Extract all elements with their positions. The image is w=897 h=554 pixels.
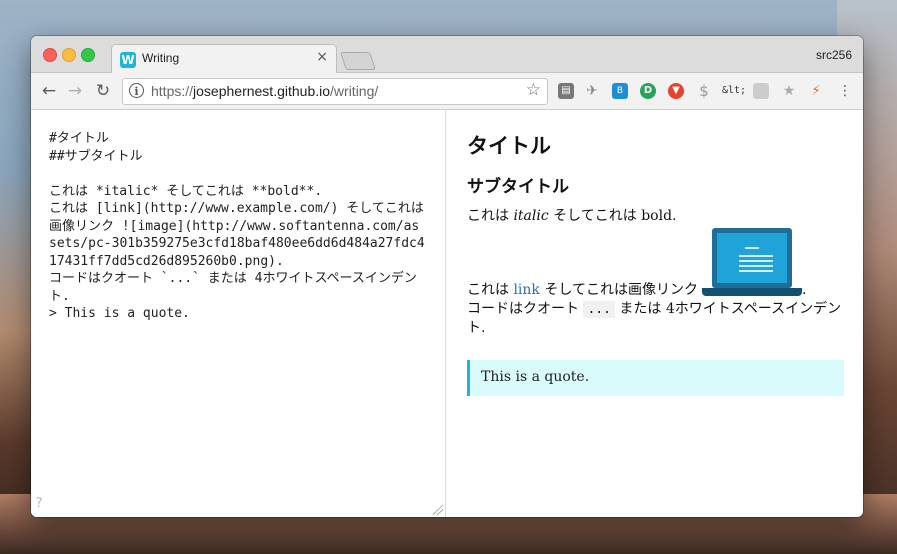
preview-paragraph-1: これは italic そしてこれは bold. xyxy=(467,207,843,226)
laptop-line xyxy=(738,265,773,267)
preview-text: コードはクオート xyxy=(467,301,579,317)
tab-writing[interactable]: W Writing × xyxy=(111,44,337,73)
laptop-screen xyxy=(711,228,792,288)
dollar-icon[interactable]: $ xyxy=(696,83,712,99)
tab-close-icon[interactable]: × xyxy=(316,49,328,65)
help-button[interactable]: ? xyxy=(35,496,43,511)
browser-toolbar: ← → ↻ i https://josephernest.github.io/w… xyxy=(31,73,863,110)
menu-kebab-icon[interactable]: ⋮ xyxy=(837,83,853,99)
tab-title: Writing xyxy=(142,51,180,65)
laptop-line xyxy=(738,255,773,257)
html-entity-icon[interactable]: &lt; xyxy=(722,83,746,99)
site-info-icon[interactable]: i xyxy=(129,83,144,98)
url-protocol: https:// xyxy=(151,83,194,99)
preview-text: または xyxy=(619,301,662,317)
clipboard-icon[interactable]: ▤ xyxy=(558,83,574,99)
minimize-window-button[interactable] xyxy=(62,48,76,62)
editor-line: これは *italic* そしてこれは **bold**. xyxy=(49,183,323,199)
url-text[interactable]: https://josephernest.github.io/writing/ xyxy=(151,83,378,99)
preview-text: これは xyxy=(467,208,509,224)
preview-text: . xyxy=(801,282,807,298)
preview-subtitle: サブタイトル xyxy=(467,177,569,197)
d-icon[interactable]: D xyxy=(640,83,656,99)
laptop-display xyxy=(716,233,787,283)
preview-paragraph-2: これは link そしてこれは画像リンク . コードはクオート ... または … xyxy=(467,228,843,338)
editor-line: これは [link](http://www.example.com/) そしてこ… xyxy=(49,201,425,269)
editor-line: ##サブタイトル xyxy=(49,148,143,164)
close-window-button[interactable] xyxy=(43,48,57,62)
preview-title: タイトル xyxy=(467,134,551,158)
url-path: /writing/ xyxy=(330,83,379,99)
preview-blockquote: This is a quote. xyxy=(467,360,844,396)
bookmark-star-icon[interactable]: ☆ xyxy=(526,80,541,100)
preview-text: 4 xyxy=(665,301,675,317)
url-host: josephernest.github.io xyxy=(193,83,331,99)
laptop-base xyxy=(701,288,802,296)
reload-icon[interactable]: ↻ xyxy=(93,81,113,101)
preview-text: そしてこれは xyxy=(553,208,637,224)
preview-code: ... xyxy=(583,301,615,318)
writing-favicon-icon: W xyxy=(120,52,136,68)
address-bar[interactable]: i https://josephernest.github.io/writing… xyxy=(122,78,548,105)
pin-icon[interactable]: ✈ xyxy=(584,83,600,99)
editor-line: > This is a quote. xyxy=(49,306,190,321)
profile-name[interactable]: src256 xyxy=(816,48,852,62)
laptop-line xyxy=(744,247,759,249)
forward-arrow-icon[interactable]: → xyxy=(65,81,85,101)
maximize-window-button[interactable] xyxy=(81,48,95,62)
preview-bold: bold. xyxy=(641,208,677,224)
tab-bar: W Writing × src256 xyxy=(31,36,863,73)
grey-box-icon[interactable] xyxy=(753,83,769,99)
star-extension-icon[interactable]: ★ xyxy=(781,83,797,99)
bolt-icon[interactable]: ⚡ xyxy=(808,83,824,99)
preview-link[interactable]: link xyxy=(513,282,539,298)
browser-window: W Writing × src256 ← → ↻ i https://josep… xyxy=(31,36,863,517)
laptop-line xyxy=(738,260,773,262)
editor-line: コードはクオート `...` または 4ホワイトスペースインデント. xyxy=(49,271,417,304)
page-content: #タイトル ##サブタイトル これは *italic* そしてこれは **bol… xyxy=(31,110,863,517)
editor-line: #タイトル xyxy=(49,131,109,146)
translate-icon[interactable]: B xyxy=(612,83,628,99)
laptop-line xyxy=(738,270,773,272)
preview-italic: italic xyxy=(513,208,549,224)
laptop-image xyxy=(701,228,802,300)
pocket-icon[interactable]: ▼ xyxy=(668,83,684,99)
new-tab-button[interactable] xyxy=(340,52,376,70)
resize-handle[interactable] xyxy=(433,505,443,515)
back-arrow-icon[interactable]: ← xyxy=(39,81,59,101)
preview-text: そしてこれは画像リンク xyxy=(544,282,698,298)
markdown-editor[interactable]: #タイトル ##サブタイトル これは *italic* そしてこれは **bol… xyxy=(31,110,446,517)
markdown-preview: タイトル サブタイトル これは italic そしてこれは bold. これは … xyxy=(447,110,863,517)
preview-text: これは xyxy=(467,282,509,298)
